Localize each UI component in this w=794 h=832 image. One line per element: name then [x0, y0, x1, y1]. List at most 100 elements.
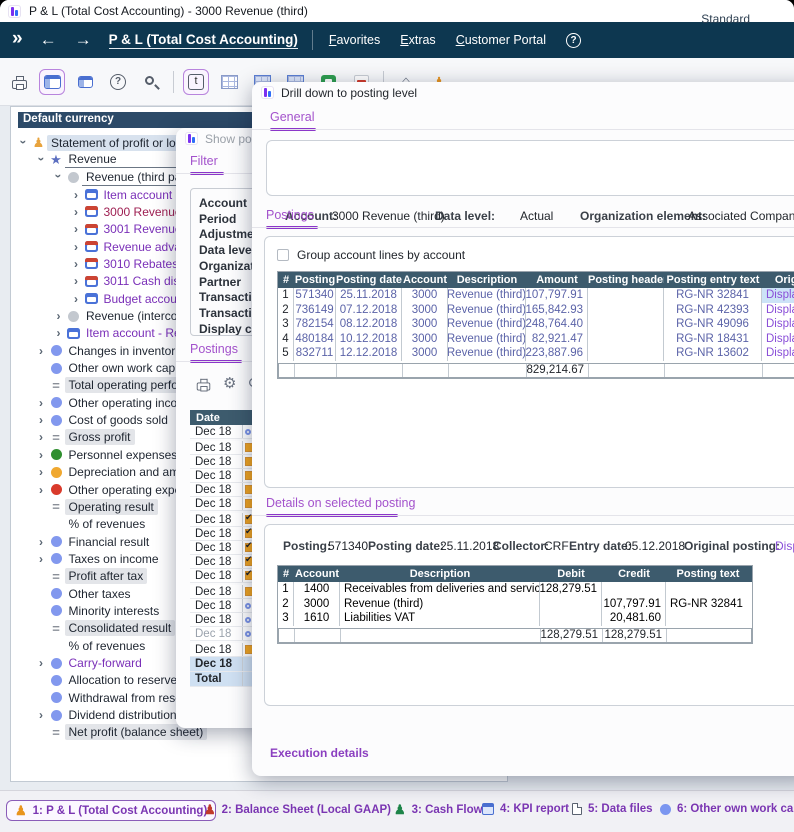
checkbox-icon[interactable] [277, 249, 289, 261]
worksheet-tab-4[interactable]: 4: KPI report [474, 800, 577, 818]
posting-row[interactable]: 448018410.12.20183000Revenue (third)82,9… [278, 332, 794, 347]
tree-item-cost-of-goods-sold[interactable]: ›Cost of goods sold [35, 412, 172, 429]
print-icon[interactable] [197, 382, 211, 390]
tree-item-other-taxes[interactable]: Other taxes [35, 585, 135, 602]
tree-item-financial-result[interactable]: ›Financial result [35, 533, 154, 550]
profile-selector[interactable]: Standard [701, 12, 750, 26]
layout-left-small-icon[interactable] [72, 69, 98, 95]
tree-item-consolidated-result[interactable]: =Consolidated result [35, 620, 176, 637]
posting-row[interactable]: 583271112.12.20183000Revenue (third)223,… [278, 346, 794, 361]
chevron-collapsed-icon[interactable]: › [52, 309, 65, 323]
worksheet-tab-6[interactable]: 6: Other own work capitalized [652, 800, 794, 818]
chevron-collapsed-icon[interactable]: › [70, 240, 83, 254]
col-header-posting-header[interactable]: Posting header [588, 274, 664, 286]
chevron-collapsed-icon[interactable]: › [35, 448, 48, 462]
col-header-posting[interactable]: Posting [294, 274, 336, 286]
posting-line-row[interactable]: 31610Liabilities VAT20,481.60 [278, 611, 752, 626]
tab-postings[interactable]: Postings [266, 208, 314, 222]
col-header--[interactable]: # [278, 274, 294, 286]
col-header-account[interactable]: Account [402, 274, 448, 286]
search-icon[interactable] [138, 69, 164, 95]
text-mode-icon[interactable] [183, 69, 209, 95]
display-original-posting-link[interactable]: Display original posting [762, 288, 794, 303]
group-by-account-checkbox-row[interactable]: Group account lines by account [277, 248, 465, 262]
chevron-collapsed-icon[interactable]: › [35, 656, 48, 670]
posting-line-row[interactable]: 11400Receivables from deliveries and ser… [278, 582, 752, 597]
chevron-collapsed-icon[interactable]: › [35, 483, 48, 497]
chevron-collapsed-icon[interactable]: › [35, 552, 48, 566]
chevron-collapsed-icon[interactable]: › [70, 257, 83, 271]
chevron-collapsed-icon[interactable]: › [35, 708, 48, 722]
collapse-menu-icon[interactable]: » [12, 28, 21, 50]
tree-item-taxes-on-income[interactable]: ›Taxes on income [35, 550, 163, 567]
forward-arrow-icon[interactable]: → [75, 30, 92, 50]
tab-details[interactable]: Details on selected posting [266, 496, 415, 510]
col-header-amount[interactable]: Amount [526, 274, 588, 286]
posting-row[interactable]: 273614907.12.20183000Revenue (third)165,… [278, 303, 794, 318]
settings-gear-icon[interactable]: ⚙ [223, 376, 236, 391]
original-posting-link[interactable]: Display [775, 539, 794, 553]
posting-row[interactable]: 378215408.12.20183000Revenue (third)248,… [278, 317, 794, 332]
worksheet-tab-2[interactable]: ♟2: Balance Sheet (Local GAAP) [196, 800, 399, 819]
col-header--[interactable]: # [278, 568, 294, 580]
chevron-expanded-icon[interactable]: › [34, 152, 48, 165]
layout-left-icon[interactable] [39, 69, 65, 95]
display-original-posting-link[interactable]: Display original posting [762, 332, 794, 347]
nav-item-favorites[interactable]: Favorites [329, 33, 380, 47]
posting-line-row[interactable]: 23000Revenue (third)107,797.91RG-NR 3284… [278, 597, 752, 612]
chevron-collapsed-icon[interactable]: › [35, 535, 48, 549]
tree-item-operating-result[interactable]: =Operating result [35, 498, 158, 515]
display-original-posting-link[interactable]: Display original posting [762, 317, 794, 332]
chevron-collapsed-icon[interactable]: › [35, 465, 48, 479]
tree-item-profit-after-tax[interactable]: =Profit after tax [35, 568, 148, 585]
chevron-collapsed-icon[interactable]: › [35, 344, 48, 358]
tree-item-statement-of-profit-or-loss[interactable]: ›♟Statement of profit or loss [17, 134, 192, 151]
col-header-original-posting[interactable]: Original posting [762, 274, 794, 286]
nav-current-view[interactable]: P & L (Total Cost Accounting) [109, 32, 298, 49]
chevron-collapsed-icon[interactable]: › [35, 396, 48, 410]
col-header-debit[interactable]: Debit [540, 568, 602, 580]
tree-item-changes-in-inventories[interactable]: ›Changes in inventories [35, 342, 195, 359]
printer-icon[interactable] [6, 69, 32, 95]
tab-filter[interactable]: Filter [190, 154, 218, 168]
tree-item-3010-rebates[interactable]: ›3010 Rebates [70, 255, 183, 272]
chevron-collapsed-icon[interactable]: › [35, 430, 48, 444]
worksheet-tab-5[interactable]: 5: Data files [564, 800, 661, 818]
drill-down-title-bar[interactable]: Drill down to posting level [252, 82, 794, 103]
display-original-posting-link[interactable]: Display original posting [762, 346, 794, 361]
col-header-posting-date[interactable]: Posting date [336, 274, 402, 286]
tree-item-gross-profit[interactable]: ›=Gross profit [35, 429, 135, 446]
chevron-collapsed-icon[interactable]: › [70, 292, 83, 306]
tree-item-revenue[interactable]: ›★Revenue [35, 151, 177, 168]
execution-details-link[interactable]: Execution details [270, 746, 369, 760]
chevron-expanded-icon[interactable]: › [52, 170, 66, 183]
back-arrow-icon[interactable]: ← [40, 30, 57, 50]
tree-item-carry-forward[interactable]: ›Carry-forward [35, 655, 146, 672]
col-header-posting-entry-text[interactable]: Posting entry text [664, 274, 762, 286]
posting-row[interactable]: 157134025.11.20183000Revenue (third)107,… [278, 288, 794, 303]
chevron-collapsed-icon[interactable]: › [70, 274, 83, 288]
chevron-collapsed-icon[interactable]: › [70, 205, 83, 219]
help-icon[interactable] [105, 69, 131, 95]
col-header-posting-text[interactable]: Posting text [666, 568, 750, 580]
chevron-collapsed-icon[interactable]: › [70, 188, 83, 202]
tree-item-personnel-expenses[interactable]: ›Personnel expenses [35, 446, 182, 463]
chevron-collapsed-icon[interactable]: › [35, 413, 48, 427]
nav-item-customer-portal[interactable]: Customer Portal [456, 33, 546, 47]
tree-item-allocation-to-reserves[interactable]: Allocation to reserves [35, 672, 188, 689]
tree-item-minority-interests[interactable]: Minority interests [35, 602, 164, 619]
tab-general[interactable]: General [270, 110, 314, 124]
col-header-description[interactable]: Description [448, 274, 526, 286]
col-header-credit[interactable]: Credit [602, 568, 666, 580]
tree-item-of-revenues[interactable]: % of revenues [35, 516, 150, 533]
grid-icon[interactable] [216, 69, 242, 95]
tree-item-other-operating-income[interactable]: ›Other operating income [35, 394, 198, 411]
worksheet-tab-1[interactable]: ♟1: P & L (Total Cost Accounting) [6, 800, 216, 821]
display-original-posting-link[interactable]: Display original posting [762, 303, 794, 318]
col-header-account[interactable]: Account [294, 568, 340, 580]
nav-help-icon[interactable]: ? [566, 33, 581, 48]
col-header-description[interactable]: Description [340, 568, 540, 580]
chevron-collapsed-icon[interactable]: › [70, 222, 83, 236]
chevron-collapsed-icon[interactable]: › [52, 326, 65, 340]
tree-item-dividend-distribution[interactable]: ›Dividend distribution [35, 707, 181, 724]
